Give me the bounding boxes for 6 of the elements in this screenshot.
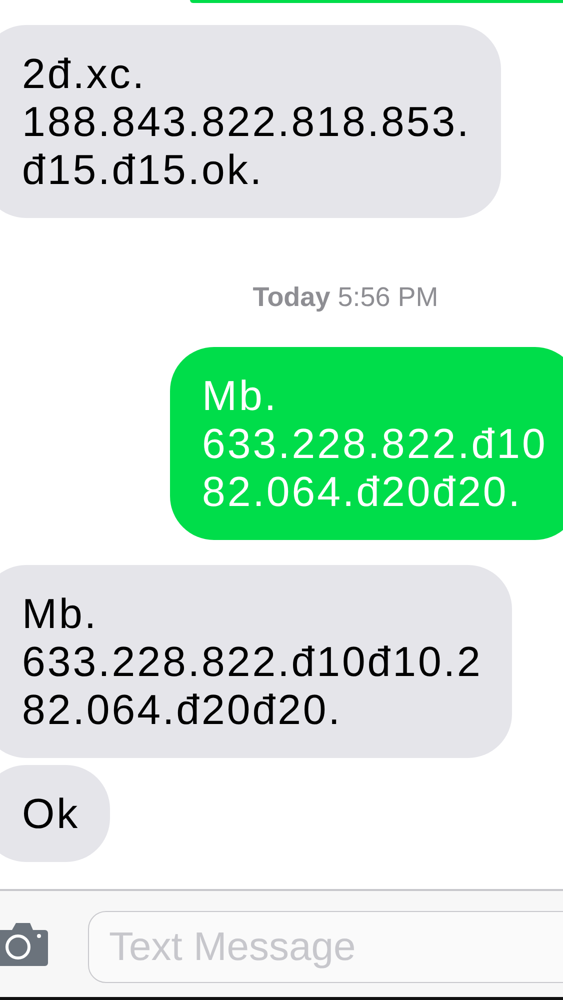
- message-bubble: Mb. 633.228.822.đ10đ10.2 82.064.đ20đ20.: [0, 565, 512, 758]
- message-bubble: Mb. 633.228.822.đ10 82.064.đ20đ20.: [170, 347, 563, 540]
- timestamp: Today 5:56 PM: [252, 281, 438, 313]
- message-bubble: Ok: [0, 765, 110, 862]
- camera-icon[interactable]: [0, 922, 50, 966]
- message-bubble: 2đ.xc. 188.843.822.818.853. đ15.đ15.ok.: [0, 25, 501, 218]
